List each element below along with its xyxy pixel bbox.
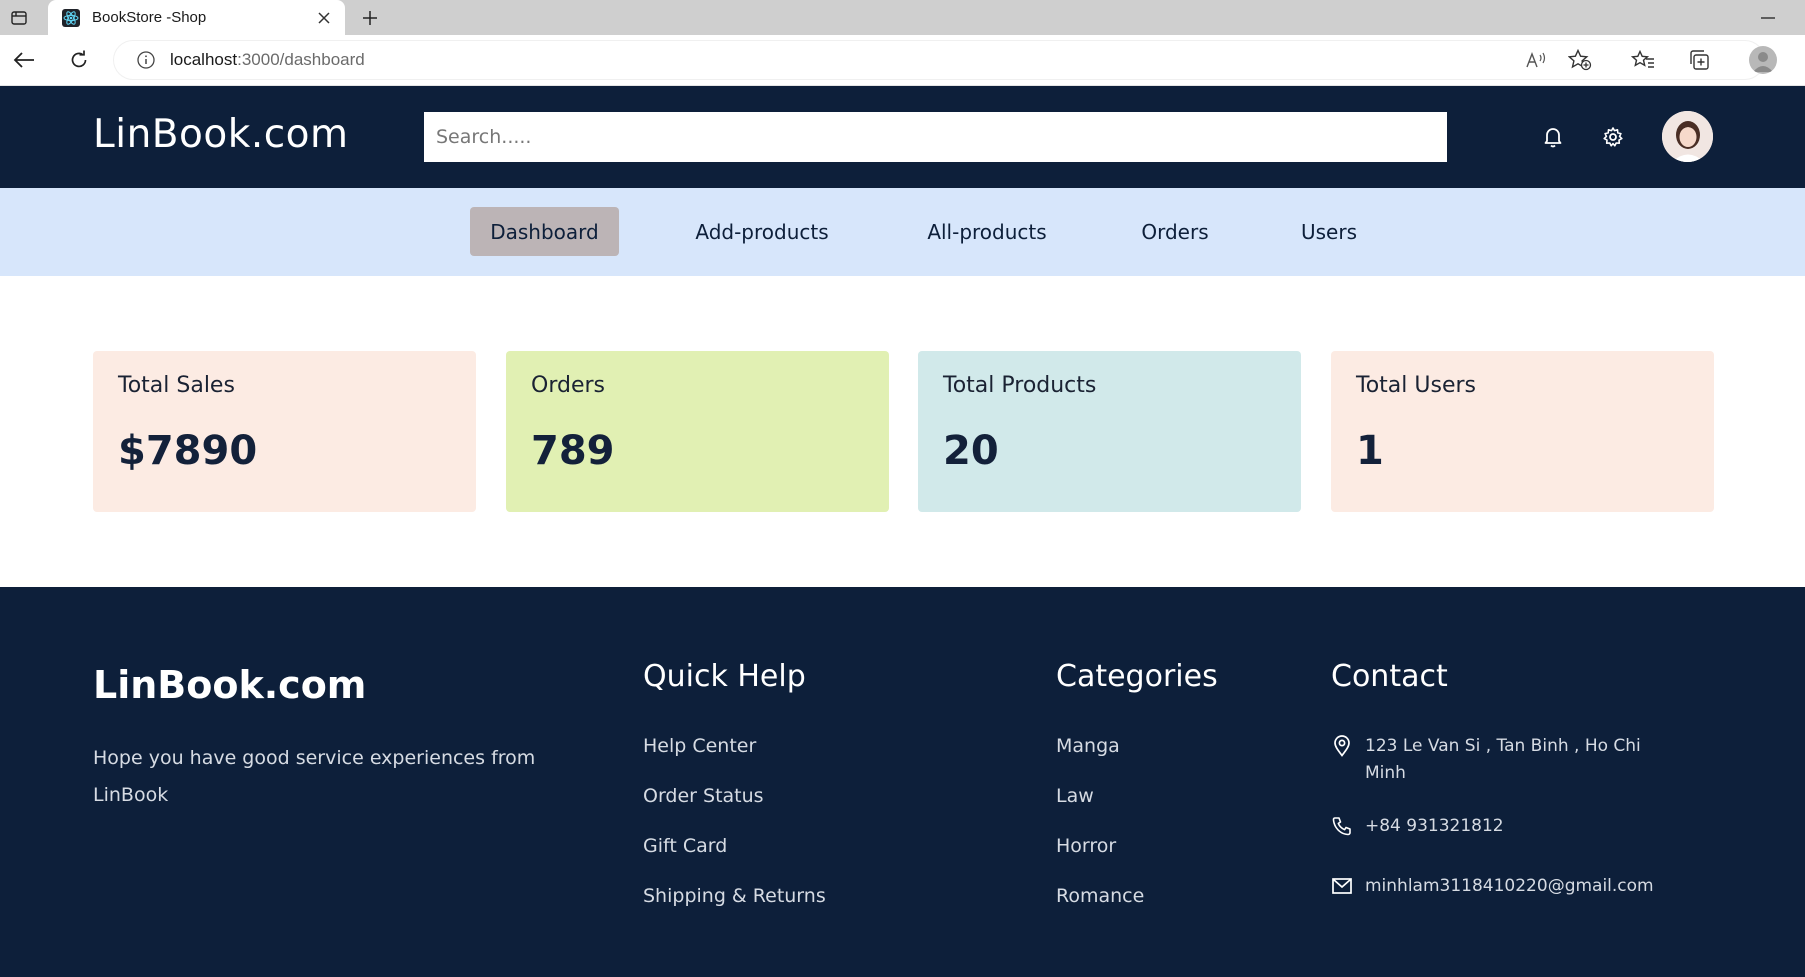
contact-address: 123 Le Van Si , Tan Binh , Ho Chi Minh (1365, 736, 1641, 783)
browser-tab[interactable]: BookStore -Shop (48, 0, 345, 35)
stat-value: 1 (1356, 428, 1384, 474)
browser-toolbar: localhost:3000/dashboard (0, 35, 1805, 86)
nav-item-dashboard[interactable]: Dashboard (470, 207, 619, 256)
admin-nav: Dashboard Add-products All-products Orde… (0, 188, 1805, 276)
stat-label: Total Sales (118, 373, 235, 398)
site-logo[interactable]: LinBook.com (93, 112, 349, 157)
footer-link-gift-card[interactable]: Gift Card (643, 835, 727, 857)
reload-icon[interactable] (66, 47, 92, 73)
stat-card-total-products: Total Products 20 (918, 351, 1301, 512)
nav-item-orders[interactable]: Orders (1128, 207, 1222, 256)
footer-link-manga[interactable]: Manga (1056, 735, 1120, 757)
stat-value: $7890 (118, 428, 258, 474)
site-info-icon[interactable] (136, 50, 156, 70)
address-bar[interactable]: localhost:3000/dashboard (114, 41, 1764, 79)
tab-actions-icon[interactable] (8, 8, 30, 28)
contact-email-row: minhlam3118410220@gmail.com (1331, 873, 1705, 900)
location-pin-icon (1331, 735, 1353, 757)
stat-card-orders: Orders 789 (506, 351, 889, 512)
footer-link-law[interactable]: Law (1056, 785, 1094, 807)
footer-link-horror[interactable]: Horror (1056, 835, 1116, 857)
contact-email[interactable]: minhlam3118410220@gmail.com (1365, 873, 1705, 900)
stat-label: Total Users (1356, 373, 1476, 398)
stat-label: Total Products (943, 373, 1097, 398)
categories-heading: Categories (1056, 659, 1218, 694)
nav-item-add-products[interactable]: Add-products (676, 207, 848, 256)
stat-label: Orders (531, 373, 605, 398)
footer-tagline: Hope you have good service experiences f… (93, 747, 536, 806)
quick-help-heading: Quick Help (643, 659, 806, 694)
avatar[interactable] (1662, 111, 1713, 162)
footer-link-order-status[interactable]: Order Status (643, 785, 764, 807)
site-footer: LinBook.com Hope you have good service e… (0, 587, 1805, 977)
browser-profile-icon[interactable] (1749, 46, 1777, 74)
tab-title: BookStore -Shop (92, 9, 207, 26)
stat-value: 789 (531, 428, 615, 474)
favorites-icon[interactable] (1630, 47, 1656, 73)
add-favorite-icon[interactable] (1567, 47, 1593, 73)
footer-link-shipping-returns[interactable]: Shipping & Returns (643, 885, 826, 907)
react-favicon-icon (62, 8, 80, 27)
gear-icon[interactable] (1600, 124, 1626, 150)
close-tab-icon[interactable] (315, 9, 333, 27)
site-header: LinBook.com (0, 86, 1805, 188)
collections-icon[interactable] (1686, 47, 1712, 73)
stat-card-total-sales: Total Sales $7890 (93, 351, 476, 512)
nav-item-all-products[interactable]: All-products (906, 207, 1068, 256)
nav-item-users[interactable]: Users (1290, 207, 1368, 256)
contact-phone[interactable]: +84 931321812 (1365, 813, 1665, 840)
read-aloud-icon[interactable] (1523, 47, 1549, 73)
back-arrow-icon[interactable] (11, 47, 37, 73)
new-tab-button[interactable] (358, 6, 382, 30)
footer-logo: LinBook.com (93, 663, 367, 707)
minimize-window-icon[interactable] (1757, 8, 1779, 28)
bell-icon[interactable] (1540, 124, 1566, 150)
url-text: localhost:3000/dashboard (170, 50, 365, 70)
contact-heading: Contact (1331, 659, 1448, 694)
stat-value: 20 (943, 428, 999, 474)
mail-icon (1331, 875, 1353, 897)
search-input[interactable] (424, 112, 1447, 162)
phone-icon (1331, 815, 1353, 837)
contact-address-row: 123 Le Van Si , Tan Binh , Ho Chi Minh (1331, 733, 1665, 787)
url-path: :3000/dashboard (237, 50, 365, 69)
url-host: localhost (170, 50, 238, 69)
browser-tab-strip: BookStore -Shop (0, 0, 1805, 35)
stat-card-total-users: Total Users 1 (1331, 351, 1714, 512)
contact-phone-row: +84 931321812 (1331, 813, 1665, 840)
footer-link-romance[interactable]: Romance (1056, 885, 1144, 907)
footer-link-help-center[interactable]: Help Center (643, 735, 756, 757)
